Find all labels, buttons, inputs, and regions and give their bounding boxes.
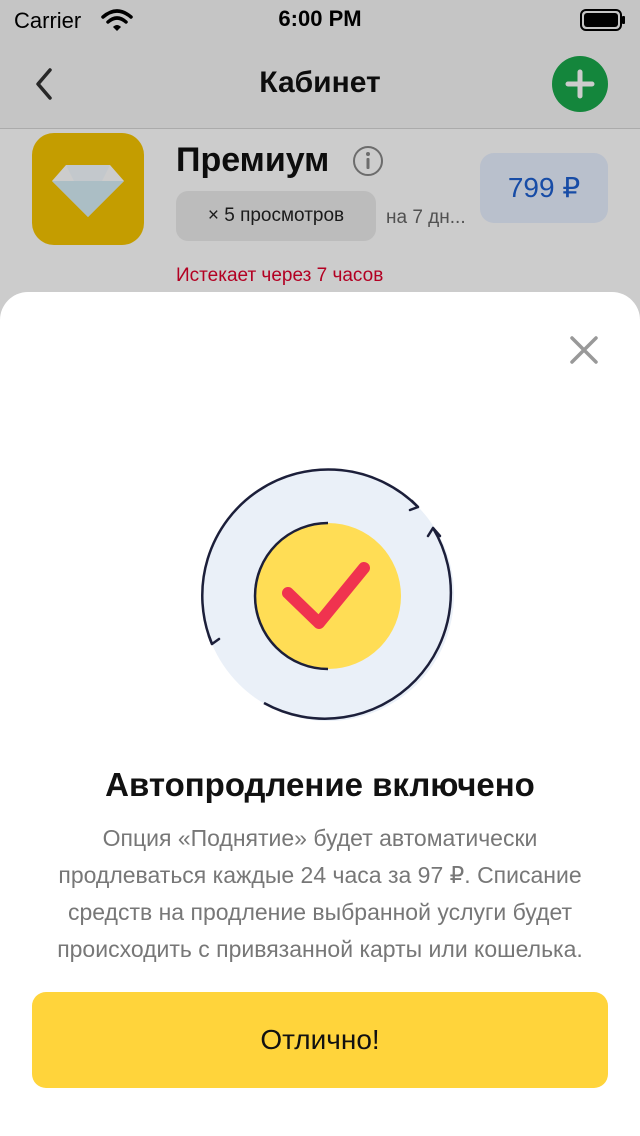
ok-button[interactable]: Отлично! bbox=[32, 992, 608, 1088]
sheet-title: Автопродление включено bbox=[105, 766, 535, 803]
sheet-description: Опция «Поднятие» будет автоматически про… bbox=[57, 825, 583, 962]
autorenew-sheet: Автопродление включено Опция «Поднятие» … bbox=[0, 292, 640, 1136]
close-icon[interactable] bbox=[566, 332, 602, 368]
renew-illustration bbox=[201, 468, 454, 721]
